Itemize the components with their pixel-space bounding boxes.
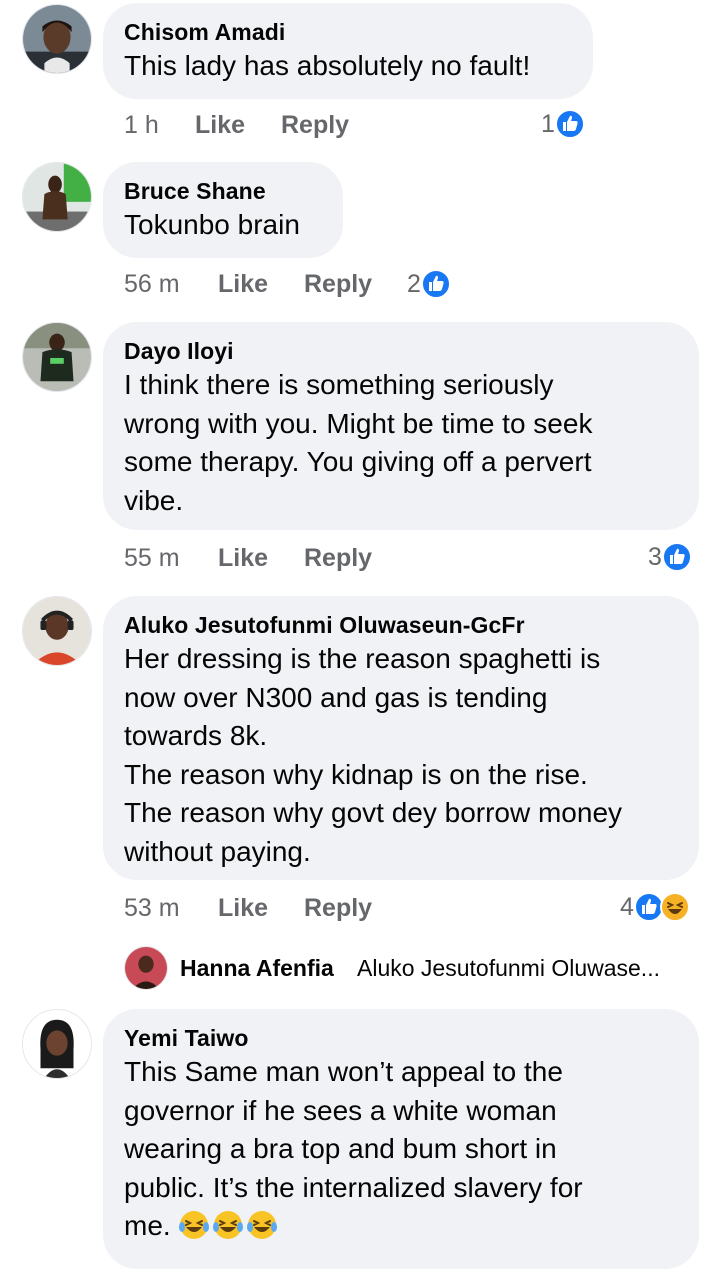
avatar-chisom-amadi[interactable] bbox=[22, 4, 92, 74]
comment-line: Tokunbo brain bbox=[124, 209, 300, 240]
like-button[interactable]: Like bbox=[218, 543, 268, 573]
comment-text: Tokunbo brain bbox=[124, 206, 321, 245]
avatar-image bbox=[125, 947, 167, 989]
reaction-count: 2 bbox=[407, 270, 421, 298]
comment-line: Her dressing is the reason spaghetti is bbox=[124, 643, 601, 674]
avatar-image bbox=[23, 163, 91, 231]
comment-actions: 55 m Like Reply bbox=[124, 543, 524, 573]
comment-line: wearing a bra top and bum short in bbox=[124, 1133, 557, 1164]
like-button[interactable]: Like bbox=[218, 269, 268, 299]
like-button[interactable]: Like bbox=[218, 893, 268, 923]
comment-bubble[interactable]: Aluko Jesutofunmi Oluwaseun-GcFr Her dre… bbox=[103, 596, 699, 880]
haha-icon bbox=[659, 892, 690, 922]
comment-line: public. It’s the internalized slavery fo… bbox=[124, 1171, 583, 1203]
comment-timestamp[interactable]: 53 m bbox=[124, 893, 180, 923]
comment-line: vibe. bbox=[124, 484, 184, 516]
like-icon bbox=[420, 269, 451, 299]
comment-author[interactable]: Yemi Taiwo bbox=[124, 1023, 677, 1053]
comment-actions: 53 m Like Reply bbox=[124, 893, 524, 923]
comment-timestamp[interactable]: 55 m bbox=[124, 543, 180, 573]
reaction-count: 3 bbox=[648, 543, 662, 571]
avatar-dayo-iloyi[interactable] bbox=[22, 322, 92, 392]
avatar-image bbox=[23, 5, 91, 73]
avatar-yemi-taiwo[interactable] bbox=[22, 1009, 92, 1079]
reaction-summary[interactable]: 3 bbox=[648, 541, 692, 573]
reply-snippet: Aluko Jesutofunmi Oluwase... bbox=[357, 955, 660, 981]
like-button[interactable]: Like bbox=[195, 110, 245, 140]
comment-text: I think there is something seriously wron… bbox=[124, 366, 677, 520]
comment-line: This lady has absolutely no fault! bbox=[124, 50, 531, 81]
comment-text: Her dressing is the reason spaghetti is n… bbox=[124, 640, 677, 871]
comment-line: The reason why govt dey borrow money bbox=[124, 797, 623, 828]
reply-button[interactable]: Reply bbox=[281, 110, 349, 140]
avatar-bruce-shane[interactable] bbox=[22, 162, 92, 232]
comment-timestamp[interactable]: 56 m bbox=[124, 269, 180, 299]
comment-line: without paying. bbox=[124, 835, 311, 867]
avatar-hanna-afenfia[interactable] bbox=[124, 946, 168, 990]
tears-of-joy-emoji bbox=[178, 1209, 210, 1241]
avatar-image bbox=[23, 1010, 91, 1078]
comment-line: towards 8k. bbox=[124, 720, 268, 751]
reaction-summary[interactable]: 4 bbox=[620, 891, 690, 923]
comment-author[interactable]: Bruce Shane bbox=[124, 176, 321, 206]
comment-line: This Same man won’t appeal to the bbox=[124, 1056, 563, 1087]
avatar-aluko-jesutofunmi[interactable] bbox=[22, 596, 92, 666]
comment-line: governor if he sees a white woman bbox=[124, 1094, 557, 1126]
reply-button[interactable]: Reply bbox=[304, 893, 372, 923]
tears-of-joy-emoji bbox=[246, 1209, 278, 1241]
comment-text: This Same man won’t appeal to the governo… bbox=[124, 1053, 677, 1246]
comment-line: I think there is something seriously bbox=[124, 369, 554, 400]
comment-bubble[interactable]: Chisom Amadi This lady has absolutely no… bbox=[103, 3, 593, 99]
comment-line: now over N300 and gas is tending bbox=[124, 681, 548, 713]
comment-text: This lady has absolutely no fault! bbox=[124, 47, 571, 86]
reply-author[interactable]: Hanna Afenfia bbox=[180, 946, 334, 990]
like-icon bbox=[554, 109, 585, 139]
reply-preview[interactable]: Hanna Afenfia Aluko Jesutofunmi Oluwase.… bbox=[124, 946, 714, 990]
reply-button[interactable]: Reply bbox=[304, 543, 372, 573]
comment-line: me. bbox=[124, 1207, 677, 1246]
like-icon bbox=[661, 542, 692, 572]
comment-timestamp[interactable]: 1 h bbox=[124, 110, 159, 140]
comment-author[interactable]: Dayo Iloyi bbox=[124, 336, 677, 366]
comment-line: some therapy. You giving off a pervert bbox=[124, 446, 592, 477]
comment-bubble[interactable]: Yemi Taiwo This Same man won’t appeal to… bbox=[103, 1009, 699, 1269]
reaction-summary[interactable]: 1 bbox=[541, 108, 585, 140]
reaction-count: 4 bbox=[620, 893, 634, 921]
comment-bubble[interactable]: Dayo Iloyi I think there is something se… bbox=[103, 322, 699, 530]
comment-line: wrong with you. Might be time to seek bbox=[124, 407, 593, 439]
reply-button[interactable]: Reply bbox=[304, 269, 372, 299]
reaction-summary[interactable]: 2 bbox=[407, 268, 451, 300]
comment-bubble[interactable]: Bruce Shane Tokunbo brain bbox=[103, 162, 343, 258]
reaction-count: 1 bbox=[541, 110, 555, 138]
avatar-image bbox=[23, 323, 91, 391]
comment-actions: 1 h Like Reply bbox=[124, 110, 584, 140]
comment-line-text: me. bbox=[124, 1210, 171, 1241]
comment-author[interactable]: Aluko Jesutofunmi Oluwaseun-GcFr bbox=[124, 610, 677, 640]
avatar-image bbox=[23, 597, 91, 665]
comment-line: The reason why kidnap is on the rise. bbox=[124, 758, 588, 790]
tears-of-joy-emoji bbox=[212, 1209, 244, 1241]
comment-actions: 56 m Like Reply bbox=[124, 269, 424, 299]
comment-author[interactable]: Chisom Amadi bbox=[124, 17, 571, 47]
